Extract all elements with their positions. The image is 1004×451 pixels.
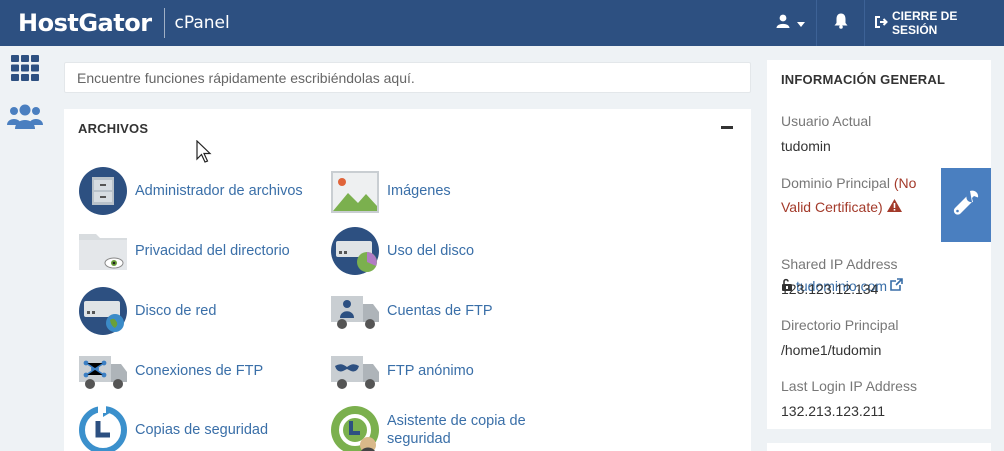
quick-search-input[interactable] bbox=[64, 62, 751, 93]
disk-usage-label: Uso del disco bbox=[387, 243, 475, 259]
anonymous-ftp-icon bbox=[330, 346, 380, 396]
collapse-icon[interactable] bbox=[721, 126, 733, 129]
wrench-icon bbox=[952, 189, 980, 222]
top-actions: CIERRE DE SESIÓN bbox=[764, 0, 1004, 46]
bell-icon bbox=[834, 13, 848, 34]
current-user-label: Usuario Actual bbox=[781, 113, 872, 129]
product-name: cPanel bbox=[174, 13, 230, 33]
mouse-cursor-icon bbox=[196, 139, 214, 169]
disk-usage-icon bbox=[330, 226, 380, 276]
file-manager-icon bbox=[78, 166, 128, 216]
backup-link[interactable]: Copias de seguridad bbox=[78, 405, 268, 451]
backup-icon bbox=[78, 405, 128, 451]
users-icon bbox=[7, 103, 43, 134]
files-panel-title: ARCHIVOS bbox=[78, 121, 149, 136]
ftp-accounts-link[interactable]: Cuentas de FTP bbox=[330, 286, 493, 336]
images-icon bbox=[330, 166, 380, 216]
backup-wizard-label: Asistente de copia de seguridad bbox=[387, 413, 526, 447]
logout-label: CIERRE DE SESIÓN bbox=[892, 9, 958, 37]
network-disk-icon bbox=[78, 286, 128, 336]
logout-button[interactable]: CIERRE DE SESIÓN bbox=[864, 0, 1004, 46]
images-label: Imágenes bbox=[387, 183, 451, 199]
file-manager-label: Administrador de archivos bbox=[135, 183, 303, 199]
logout-icon bbox=[875, 15, 888, 31]
chevron-down-icon bbox=[796, 14, 805, 32]
anonymous-ftp-link[interactable]: FTP anónimo bbox=[330, 346, 474, 396]
tools-tab-button[interactable] bbox=[941, 168, 991, 242]
certificate-warning-close: Valid Certificate) bbox=[781, 199, 883, 215]
warning-icon bbox=[886, 199, 902, 215]
shared-ip-value: 123.123.12.134 bbox=[781, 281, 879, 297]
home-directory-value: /home1/tudomin bbox=[781, 342, 882, 358]
backup-label: Copias de seguridad bbox=[135, 422, 269, 438]
network-disk-link[interactable]: Disco de red bbox=[78, 286, 216, 336]
rail-item-users[interactable] bbox=[7, 102, 43, 134]
current-user-value: tudomin bbox=[781, 138, 831, 154]
grid-icon bbox=[11, 54, 39, 86]
directory-privacy-label: Privacidad del directorio bbox=[135, 243, 290, 259]
brand-logo[interactable]: HostGator bbox=[18, 9, 152, 37]
certificate-warning-open: (No bbox=[893, 175, 917, 191]
home-directory-label: Directorio Principal bbox=[781, 317, 899, 333]
secondary-info-panel bbox=[767, 443, 991, 451]
general-info-panel: INFORMACIÓN GENERAL Usuario Actual tudom… bbox=[767, 60, 991, 429]
general-info-title: INFORMACIÓN GENERAL bbox=[781, 72, 946, 87]
disk-usage-link[interactable]: Uso del disco bbox=[330, 226, 474, 276]
ftp-connections-icon bbox=[78, 346, 128, 396]
ftp-accounts-icon bbox=[330, 286, 380, 336]
ftp-accounts-label: Cuentas de FTP bbox=[387, 303, 493, 319]
top-bar: HostGator cPanel CIERRE DE SESIÓN bbox=[0, 0, 1004, 46]
backup-wizard-link[interactable]: Asistente de copia de seguridad bbox=[330, 405, 526, 451]
user-icon bbox=[776, 14, 790, 33]
external-link-icon bbox=[890, 278, 903, 294]
shared-ip-label: Shared IP Address bbox=[781, 256, 898, 272]
user-menu-button[interactable] bbox=[764, 0, 816, 46]
last-login-ip-label: Last Login IP Address bbox=[781, 378, 917, 394]
rail-item-tools[interactable] bbox=[8, 54, 42, 86]
ftp-connections-label: Conexiones de FTP bbox=[135, 363, 264, 379]
left-rail bbox=[0, 46, 48, 451]
directory-privacy-icon bbox=[78, 226, 128, 276]
ftp-connections-link[interactable]: Conexiones de FTP bbox=[78, 346, 263, 396]
file-manager-link[interactable]: Administrador de archivos bbox=[78, 166, 303, 216]
directory-privacy-link[interactable]: Privacidad del directorio bbox=[78, 226, 290, 276]
logo-divider bbox=[163, 8, 165, 38]
files-panel: ARCHIVOS Administrador de archivos Imáge… bbox=[64, 109, 751, 451]
backup-wizard-icon bbox=[330, 405, 380, 451]
anonymous-ftp-label: FTP anónimo bbox=[387, 363, 474, 379]
network-disk-label: Disco de red bbox=[135, 303, 217, 319]
last-login-ip-value: 132.213.123.211 bbox=[781, 403, 886, 419]
images-link[interactable]: Imágenes bbox=[330, 166, 451, 216]
notifications-button[interactable] bbox=[816, 0, 864, 46]
